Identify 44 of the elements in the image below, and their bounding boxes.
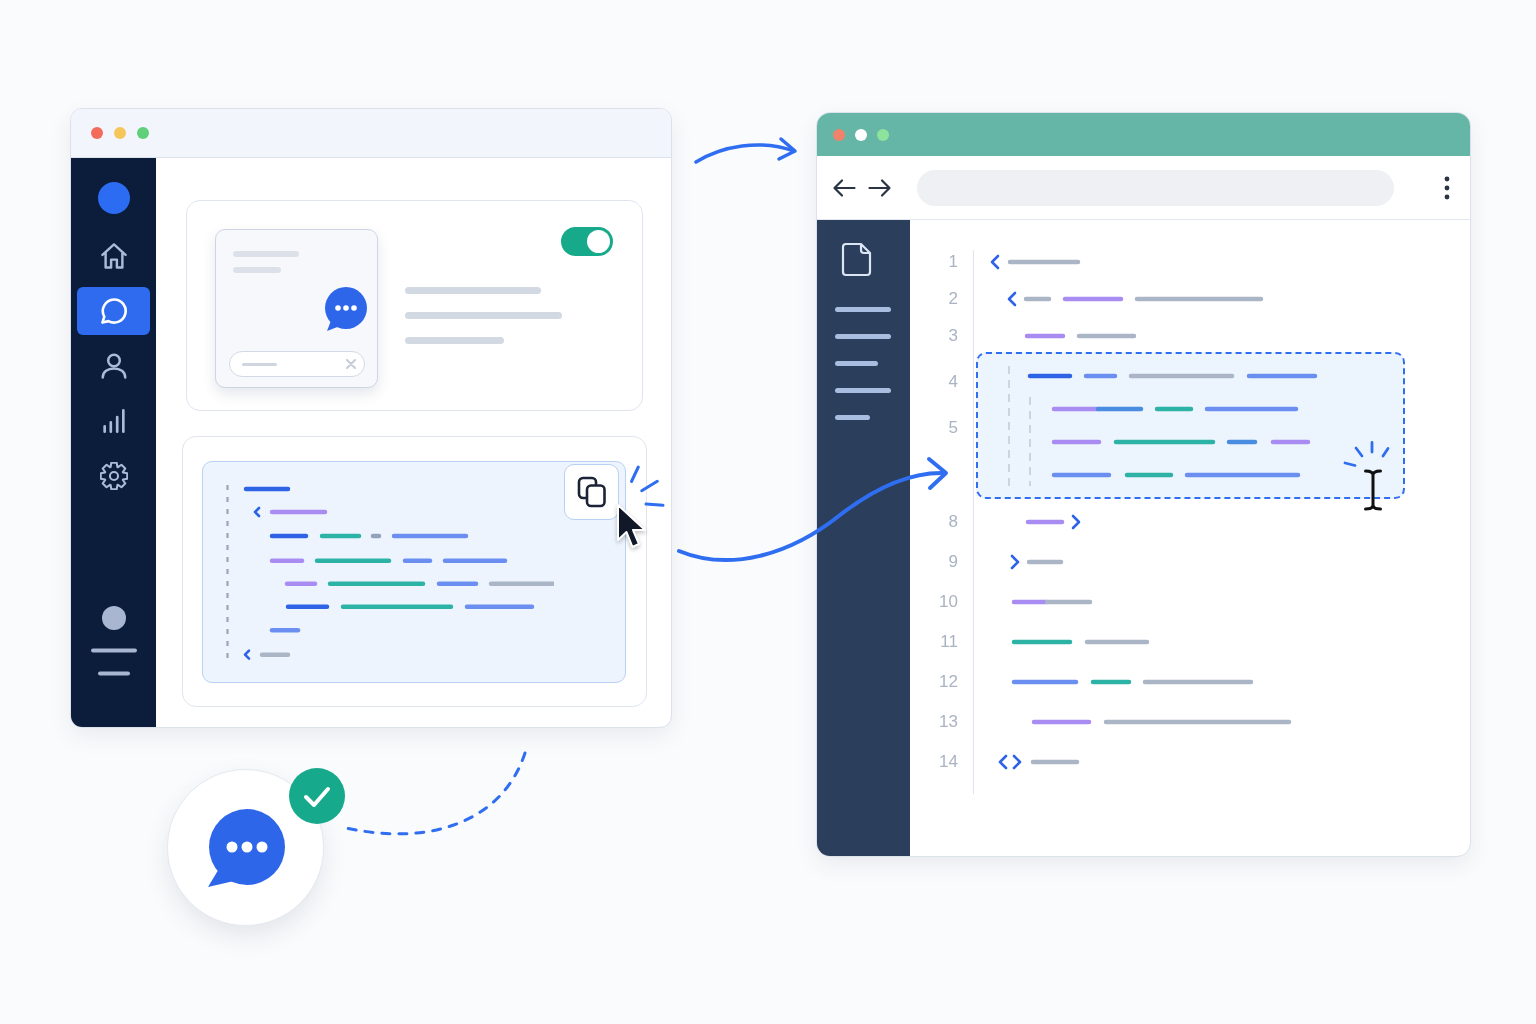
- copy-icon: [576, 476, 607, 508]
- line-number: 8: [947, 511, 959, 533]
- line-number: 12: [938, 671, 959, 693]
- text-placeholder-line: [835, 415, 870, 420]
- line-number: 5: [947, 417, 959, 439]
- bar-chart-icon: [101, 408, 126, 434]
- menu-icon[interactable]: [90, 648, 137, 676]
- line-number: 3: [947, 325, 959, 347]
- more-options-icon[interactable]: [1444, 175, 1450, 200]
- text-placeholder-line: [835, 334, 891, 339]
- forward-arrow-icon[interactable]: [868, 177, 892, 198]
- line-number: 2: [947, 288, 959, 310]
- code-line: [1025, 514, 1081, 530]
- text-cursor-icon: [1364, 469, 1382, 511]
- sparkle-icon: [1342, 440, 1390, 468]
- line-number: 4: [947, 371, 959, 393]
- profile-avatar-icon[interactable]: [101, 606, 126, 630]
- text-placeholder-line: [233, 267, 281, 273]
- chat-bubble-icon[interactable]: [322, 286, 367, 332]
- settings-icon: [99, 462, 128, 490]
- home-icon: [100, 243, 127, 269]
- message-input-field[interactable]: [229, 351, 365, 377]
- user-icon: [100, 353, 127, 379]
- sparkle-icon: [629, 465, 665, 507]
- text-placeholder-line: [835, 307, 891, 312]
- line-number: 14: [938, 751, 959, 773]
- sidebar-item[interactable]: [77, 287, 150, 335]
- copy-button[interactable]: [564, 464, 619, 520]
- checkmark-icon: [289, 768, 345, 824]
- file-icon[interactable]: [841, 242, 872, 277]
- line-number: 10: [938, 591, 959, 613]
- line-number: 11: [939, 631, 959, 653]
- toggle-switch[interactable]: [561, 227, 613, 256]
- text-placeholder-line: [835, 361, 878, 366]
- back-arrow-icon[interactable]: [832, 177, 856, 198]
- code-line: [1009, 554, 1064, 570]
- text-placeholder-line: [233, 251, 299, 257]
- window-close-button[interactable]: [91, 127, 103, 139]
- chat-icon: [100, 298, 127, 324]
- text-placeholder-line: [835, 388, 891, 393]
- line-number: 9: [947, 551, 959, 573]
- line-number: 13: [938, 711, 959, 733]
- avatar-icon: [97, 182, 130, 214]
- line-number: 1: [947, 251, 959, 273]
